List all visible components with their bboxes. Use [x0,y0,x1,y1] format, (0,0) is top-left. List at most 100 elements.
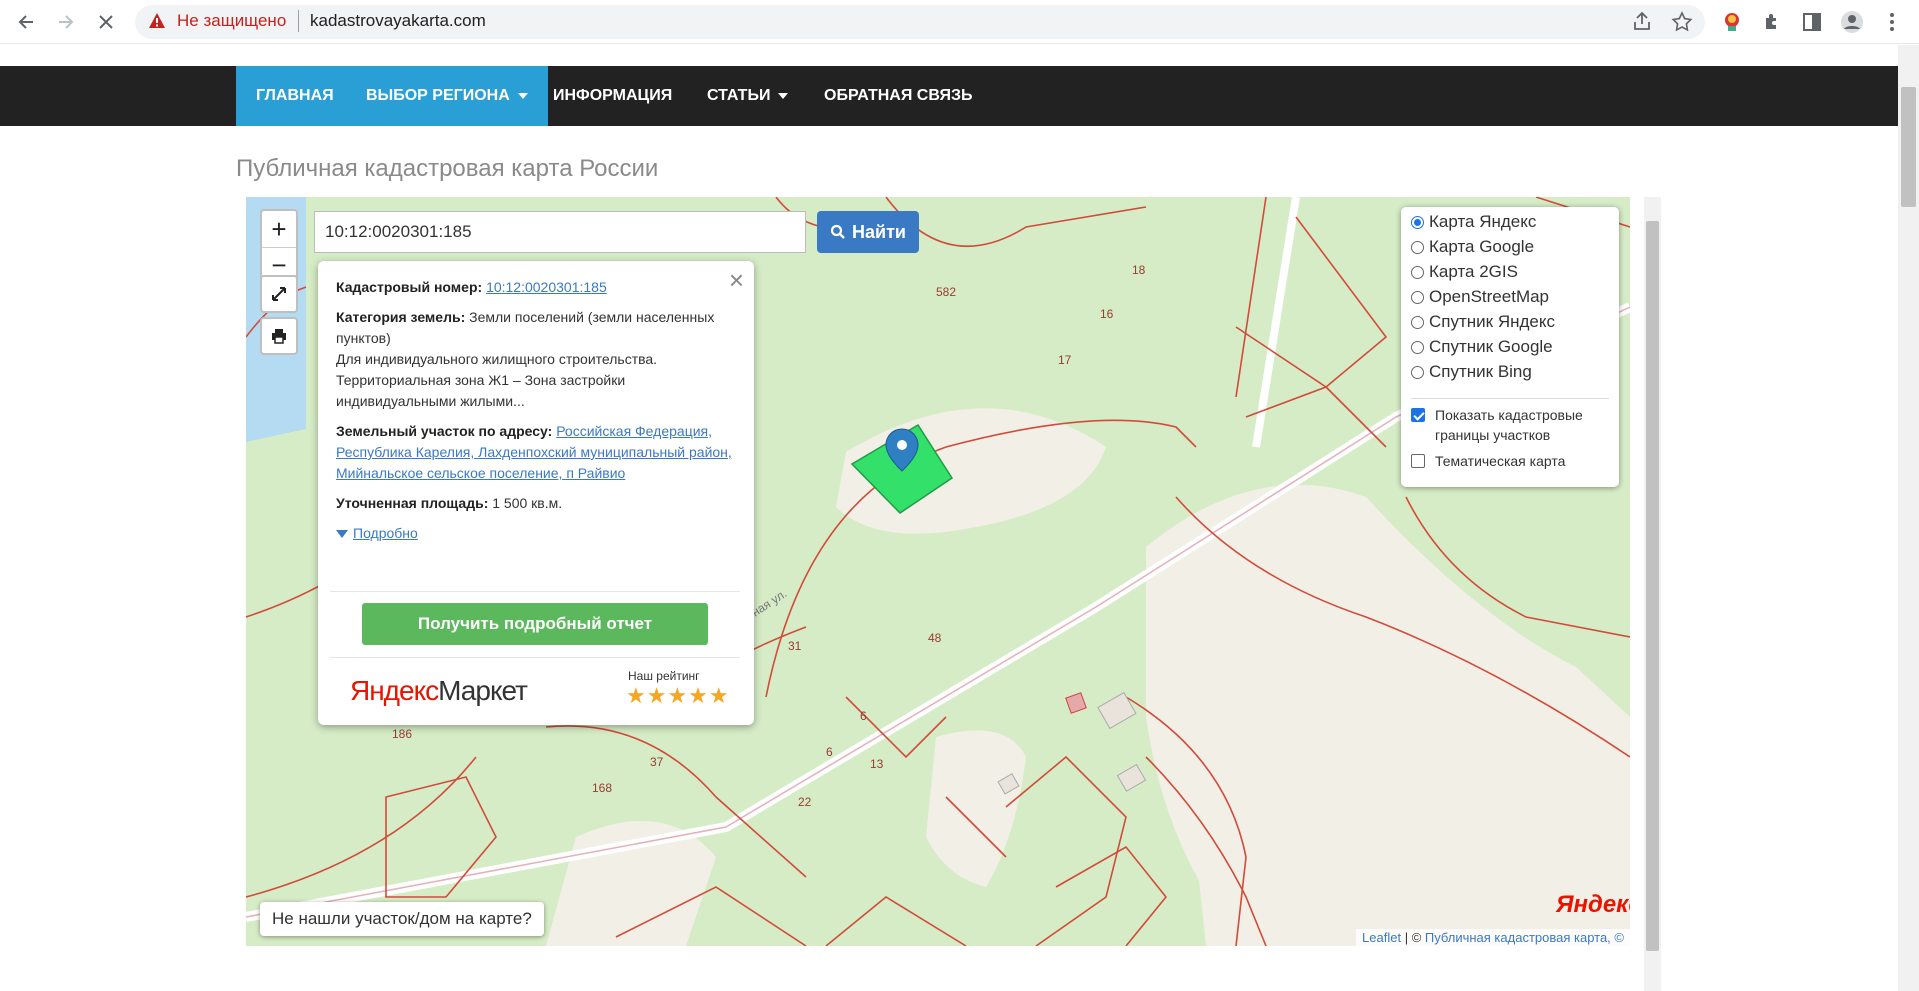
get-report-button[interactable]: Получить подробный отчет [362,603,708,645]
layer-label: OpenStreetMap [1429,287,1550,306]
rating-label: Наш рейтинг [628,669,700,683]
divider [330,657,740,658]
checkbox-label: Тематическая карта [1435,453,1566,469]
layer-label: Спутник Bing [1429,362,1532,381]
browser-toolbar: Не защищено kadastrovayakarta.com [0,0,1919,44]
nav-home[interactable]: ГЛАВНАЯ [236,66,354,126]
popup-body: Кадастровый номер: 10:12:0020301:185 Кат… [336,277,736,553]
search-button[interactable]: Найти [817,211,919,253]
extension-avatar-icon[interactable] [1720,10,1744,34]
divider [298,10,299,32]
parcel-number-label: 18 [1132,263,1146,277]
fullscreen-icon [272,287,286,301]
nav-region-label: ВЫБОР РЕГИОНА [366,87,510,104]
attr-separator: | © [1401,930,1425,945]
triangle-down-icon [336,530,348,539]
layer-option-google-sat[interactable]: Спутник Google [1411,336,1553,358]
bookmark-star-icon[interactable] [1670,10,1694,34]
cad-number-link[interactable]: 10:12:0020301:185 [486,279,607,295]
checkbox-label: Показать кадастровые границы участков [1435,407,1583,443]
radio-icon [1411,240,1424,254]
extensions-puzzle-icon[interactable] [1760,10,1784,34]
parcel-number-label: 6 [826,745,833,759]
nav-info[interactable]: ИНФОРМАЦИЯ [553,66,672,126]
nav-region-select[interactable]: ВЫБОР РЕГИОНА [346,66,548,126]
map-scrollbar-thumb[interactable] [1646,221,1659,951]
cadastral-search-input[interactable]: 10:12:0020301:185 [314,211,806,253]
parcel-number-label: 16 [1100,307,1114,321]
nav-articles[interactable]: СТАТЬИ [707,66,789,126]
more-details-link[interactable]: Подробно [353,525,418,541]
parcel-info-popup: × Кадастровый номер: 10:12:0020301:185 К… [318,261,754,725]
security-label[interactable]: Не защищено [177,11,286,31]
fullscreen-button[interactable] [260,275,298,313]
address-label: Земельный участок по адресу: [336,423,553,439]
radio-icon [1411,215,1424,229]
parcel-number-label: 186 [392,727,413,741]
divider [1411,398,1609,399]
radio-icon [1411,265,1424,279]
chevron-down-icon [778,92,789,99]
nav-feedback[interactable]: ОБРАТНАЯ СВЯЗЬ [824,66,973,126]
back-icon[interactable] [12,8,40,36]
nav-articles-label: СТАТЬИ [707,87,771,104]
page-content: ГЛАВНАЯ ВЫБОР РЕГИОНА ИНФОРМАЦИЯ СТАТЬИ … [0,45,1898,991]
layer-label: Спутник Яндекс [1429,312,1555,331]
cad-number-label: Кадастровый номер: [336,279,483,295]
pkk-link[interactable]: Публичная кадастровая карта, © [1425,930,1624,945]
url-text[interactable]: kadastrovayakarta.com [310,11,486,31]
area-label: Уточненная площадь: [336,495,489,511]
yandex-logo: Яндекс [1556,891,1630,918]
parcel-number-label: 582 [936,285,957,299]
map-attribution: Leaflet | © Публичная кадастровая карта,… [1356,929,1630,946]
side-panel-icon[interactable] [1800,10,1824,34]
radio-icon [1411,340,1424,354]
share-icon[interactable] [1630,10,1654,34]
warning-icon [149,13,165,28]
more-menu-icon[interactable] [1880,10,1904,34]
parcel-number-label: 48 [928,631,942,645]
layer-option-yandex-map[interactable]: Карта Яндекс [1411,211,1536,233]
layer-option-yandex-sat[interactable]: Спутник Яндекс [1411,311,1555,333]
layer-label: Карта Яндекс [1429,212,1537,231]
layer-option-google-map[interactable]: Карта Google [1411,236,1534,258]
land-use-text: Для индивидуального жилищного строительс… [336,351,658,409]
land-category-label: Категория земель: [336,309,466,325]
page-title: Публичная кадастровая карта России [236,155,659,182]
parcel-number-label: 13 [870,757,884,771]
thematic-map-checkbox[interactable]: Тематическая карта [1411,451,1565,471]
print-button[interactable] [260,317,298,355]
page-scrollbar-thumb[interactable] [1901,87,1916,207]
radio-icon [1411,315,1424,329]
profile-icon[interactable] [1840,10,1864,34]
divider [330,591,740,592]
not-found-button[interactable]: Не нашли участок/дом на карте? [260,902,544,936]
layer-option-osm[interactable]: OpenStreetMap [1411,286,1549,308]
map-scrollbar[interactable] [1644,197,1661,991]
layers-panel: Карта Яндекс Карта Google Карта 2GIS Ope… [1401,207,1619,487]
radio-icon [1411,365,1424,379]
zoom-in-button[interactable]: + [262,211,296,247]
layer-label: Карта 2GIS [1429,262,1518,281]
page-scrollbar[interactable] [1898,45,1919,991]
layer-label: Карта Google [1429,237,1535,256]
leaflet-link[interactable]: Leaflet [1362,930,1401,945]
cadastral-map[interactable]: 582 18 16 17 48 31 32 186 37 168 6 6 13 … [246,197,1630,946]
logo-market-part: Маркет [438,675,528,706]
layer-option-bing-sat[interactable]: Спутник Bing [1411,361,1532,383]
show-borders-checkbox[interactable]: Показать кадастровые границы участков [1411,405,1611,445]
yandex-market-logo[interactable]: ЯндексМаркет [350,675,528,707]
forward-icon[interactable] [52,8,80,36]
layer-option-2gis-map[interactable]: Карта 2GIS [1411,261,1518,283]
stop-loading-icon[interactable] [92,8,120,36]
parcel-number-label: 17 [1058,353,1072,367]
parcel-number-label: 31 [788,639,802,653]
parcel-number-label: 168 [592,781,613,795]
radio-icon [1411,290,1424,304]
chevron-down-icon [517,92,528,99]
checkbox-checked-icon [1411,408,1425,422]
zoom-control: + − [260,209,298,285]
printer-icon [272,329,286,344]
logo-ya-part: Яндекс [350,675,439,706]
area-value: 1 500 кв.м. [492,495,563,511]
